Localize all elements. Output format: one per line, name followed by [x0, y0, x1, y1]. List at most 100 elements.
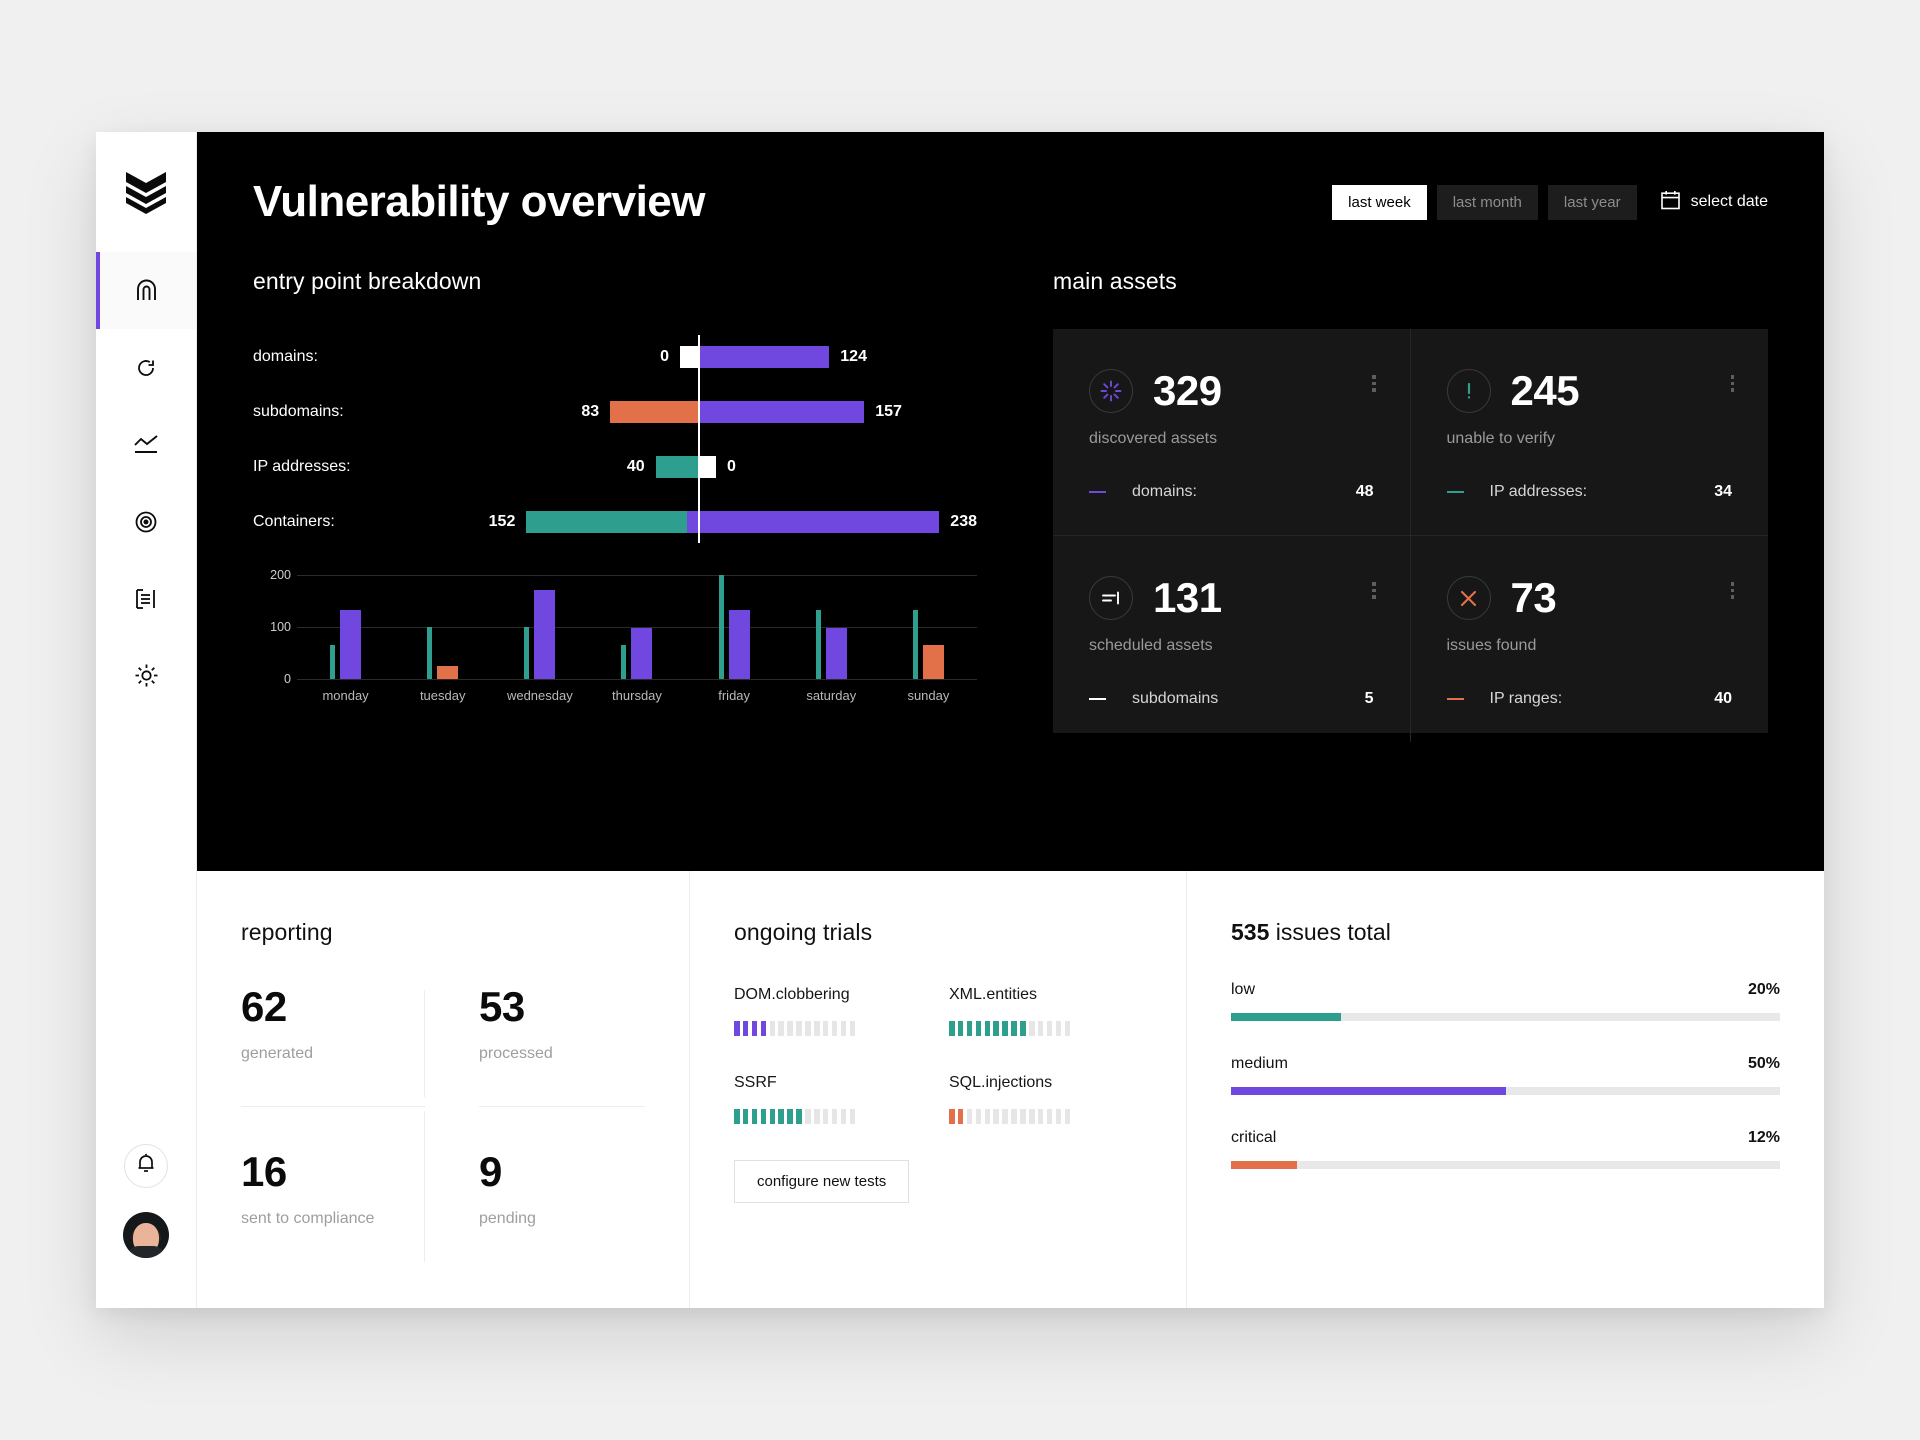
entry-point-right-value: 157: [875, 402, 902, 420]
entry-point-label: subdomains:: [253, 402, 344, 420]
sidebar-item-scans[interactable]: [96, 329, 196, 406]
trial-segment: [1055, 1109, 1062, 1124]
asset-sub-label: IP addresses:: [1489, 483, 1588, 500]
bell-icon: [136, 1153, 156, 1179]
reporting-value: 9: [479, 1148, 502, 1195]
trial-segment: [734, 1021, 740, 1036]
entry-point-row: Containers: 152 238: [253, 494, 977, 549]
entry-point-panel: entry point breakdown domains: 0 124 subdom…: [253, 268, 1013, 841]
notifications-button[interactable]: [124, 1144, 168, 1188]
legend-dash: [1446, 697, 1464, 701]
kebab-menu-icon[interactable]: [1372, 582, 1376, 599]
weekly-bar-findings: [631, 628, 653, 679]
asset-sub-row: IP ranges: 40: [1446, 690, 1732, 708]
trial-segment: [849, 1109, 856, 1124]
trial-segment: [805, 1021, 811, 1036]
issues-panel: 535 issues total low 20% medium 50% critical…: [1187, 871, 1824, 1308]
trial-segment: [805, 1109, 811, 1124]
trial-name: SSRF: [734, 1074, 777, 1091]
trial-name: SQL.injections: [949, 1074, 1053, 1091]
asset-sub-label: domains:: [1132, 483, 1197, 500]
arch-home-icon: [133, 277, 160, 304]
filter-last-month[interactable]: last month: [1436, 184, 1538, 220]
select-date-button[interactable]: select date: [1660, 190, 1768, 215]
weekly-bar-scans: [912, 609, 918, 679]
trial-segment: [1037, 1021, 1044, 1036]
weekly-y-tick: 200: [270, 568, 291, 582]
page-title: Vulnerability overview: [253, 177, 706, 226]
asset-card: 73 issues found IP ranges: 40: [1411, 536, 1769, 742]
asset-sub-label: IP ranges:: [1489, 690, 1563, 707]
kebab-menu-icon[interactable]: [1730, 582, 1734, 599]
sidebar-footer: [96, 1144, 196, 1258]
select-date-label: select date: [1690, 193, 1768, 210]
trial-segment: [966, 1109, 973, 1124]
trial-segment: [742, 1021, 749, 1036]
trial-segment: [975, 1021, 982, 1036]
trial-progress: [949, 1021, 1142, 1036]
trial-segment: [778, 1109, 784, 1124]
reporting-label: pending: [479, 1210, 536, 1227]
entry-point-left-value: 40: [626, 457, 645, 475]
weekly-bar-group: [783, 575, 880, 679]
asset-sub-value: 5: [1364, 690, 1374, 707]
issue-severity-fill: [1231, 1013, 1341, 1021]
entry-point-label: Containers:: [253, 512, 335, 530]
trial-segment: [984, 1021, 991, 1036]
sidebar-item-overview[interactable]: [96, 252, 196, 329]
date-filter-group: last week last month last year select da…: [1332, 184, 1768, 220]
issue-severity-track: [1231, 1087, 1780, 1095]
issue-severity-fill: [1231, 1087, 1506, 1095]
user-avatar[interactable]: [123, 1212, 169, 1258]
asset-caption: unable to verify: [1446, 430, 1556, 447]
trial-segment: [1029, 1109, 1035, 1124]
filter-last-week[interactable]: last week: [1332, 184, 1427, 220]
dark-section: Vulnerability overview last week last mo…: [197, 132, 1824, 871]
weekly-bar-group: [491, 575, 588, 679]
reporting-value: 53: [479, 983, 525, 1030]
weekly-bar-group: [686, 575, 783, 679]
weekly-gridline: [297, 679, 977, 680]
issues-title: 535 issues total: [1231, 919, 1780, 946]
trial-name: DOM.clobbering: [734, 986, 850, 1003]
reporting-label: processed: [479, 1045, 553, 1062]
exclamation-icon: [1446, 369, 1491, 413]
configure-new-tests-button[interactable]: configure new tests: [734, 1160, 910, 1203]
issue-severity-label: medium: [1231, 1055, 1288, 1072]
burst-spinner-icon: [1089, 369, 1133, 413]
trial-segment: [1029, 1021, 1035, 1036]
trial-segment: [1046, 1109, 1053, 1124]
entry-point-right-bar: [698, 400, 865, 423]
weekly-x-tick: monday: [322, 688, 369, 703]
reporting-label: generated: [241, 1045, 314, 1062]
line-chart-icon: [133, 434, 159, 456]
filter-last-year[interactable]: last year: [1547, 184, 1637, 220]
entry-point-right-bar: [687, 510, 940, 533]
weekly-bar-group: [588, 575, 685, 679]
trial-segment: [840, 1021, 847, 1036]
sidebar-item-targets[interactable]: [96, 483, 196, 560]
sidebar-item-analytics[interactable]: [96, 406, 196, 483]
asset-sub-row: domains: 48: [1089, 483, 1374, 501]
trial-item: SSRF: [734, 1074, 927, 1124]
trial-segment: [993, 1109, 999, 1124]
reporting-value: 62: [241, 983, 287, 1030]
sidebar-item-settings[interactable]: [96, 637, 196, 714]
kebab-menu-icon[interactable]: [1372, 375, 1376, 392]
trial-segment: [787, 1021, 793, 1036]
issue-severity-track: [1231, 1161, 1780, 1169]
trial-segment: [1011, 1021, 1017, 1036]
issues-total: 535: [1231, 919, 1270, 945]
weekly-y-tick: 0: [284, 672, 291, 686]
entry-point-row: IP addresses: 40 0: [253, 439, 977, 494]
asset-value: 131: [1153, 574, 1222, 621]
sidebar-item-reports[interactable]: [96, 560, 196, 637]
trial-segment: [822, 1109, 829, 1124]
entry-point-left-bar: [680, 345, 698, 368]
reporting-label: sent to compliance: [241, 1210, 375, 1227]
schedule-lines-icon: [1089, 576, 1133, 620]
trial-segment: [1037, 1109, 1044, 1124]
kebab-menu-icon[interactable]: [1730, 375, 1734, 392]
asset-value: 245: [1510, 367, 1580, 414]
asset-sub-value: 48: [1355, 483, 1374, 500]
